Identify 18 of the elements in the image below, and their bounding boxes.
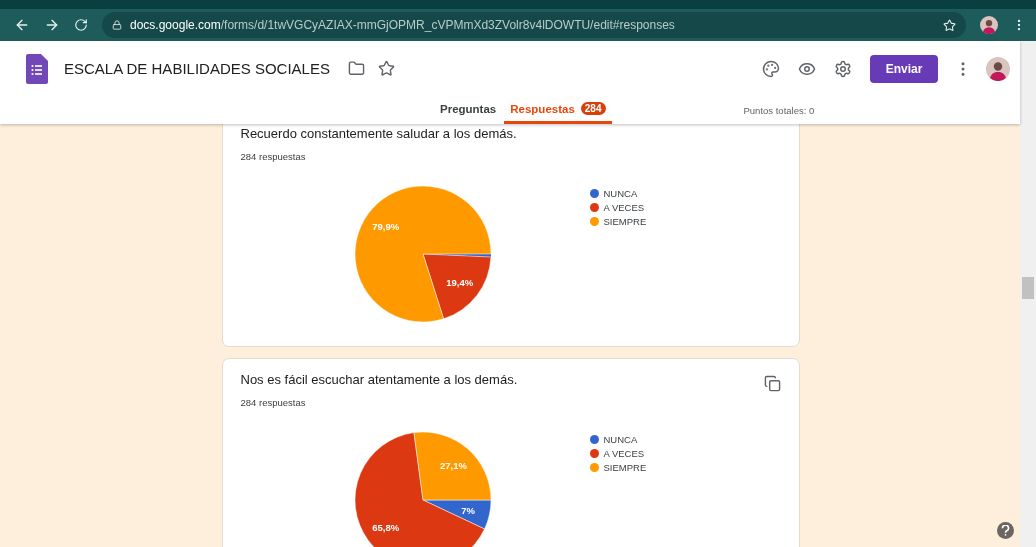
legend-label: A VECES: [603, 448, 645, 459]
legend-label: A VECES: [603, 202, 645, 213]
legend-label: SIEMPRE: [603, 462, 647, 473]
response-count: 284 respuestas: [240, 151, 307, 162]
legend-label: NUNCA: [603, 188, 638, 199]
question-title: Recuerdo constantemente saludar a los demás.: [240, 126, 517, 141]
count-badge: 284: [580, 102, 606, 115]
legend-label: NUNCA: [603, 434, 638, 445]
slice-label: 79,9%: [371, 221, 399, 233]
total-points: Puntos totales: 0: [743, 104, 815, 116]
url-text: docs.google.com/forms/d/1twVGCyAZIAX-mmGjOPMR_cVPMmXd3ZVolr8v4lDOWTU/edit#responses: [130, 18, 675, 32]
slice-label: 7%: [460, 504, 475, 516]
slice-label: 27,1%: [439, 459, 467, 471]
legend-label: SIEMPRE: [603, 216, 647, 227]
slice-label: 65,8%: [371, 521, 399, 533]
response-count: 284 respuestas: [240, 397, 307, 408]
slice-label: 19,4%: [445, 276, 473, 288]
question-title: Nos es fácil escuchar atentamente a los demás.: [240, 372, 518, 387]
